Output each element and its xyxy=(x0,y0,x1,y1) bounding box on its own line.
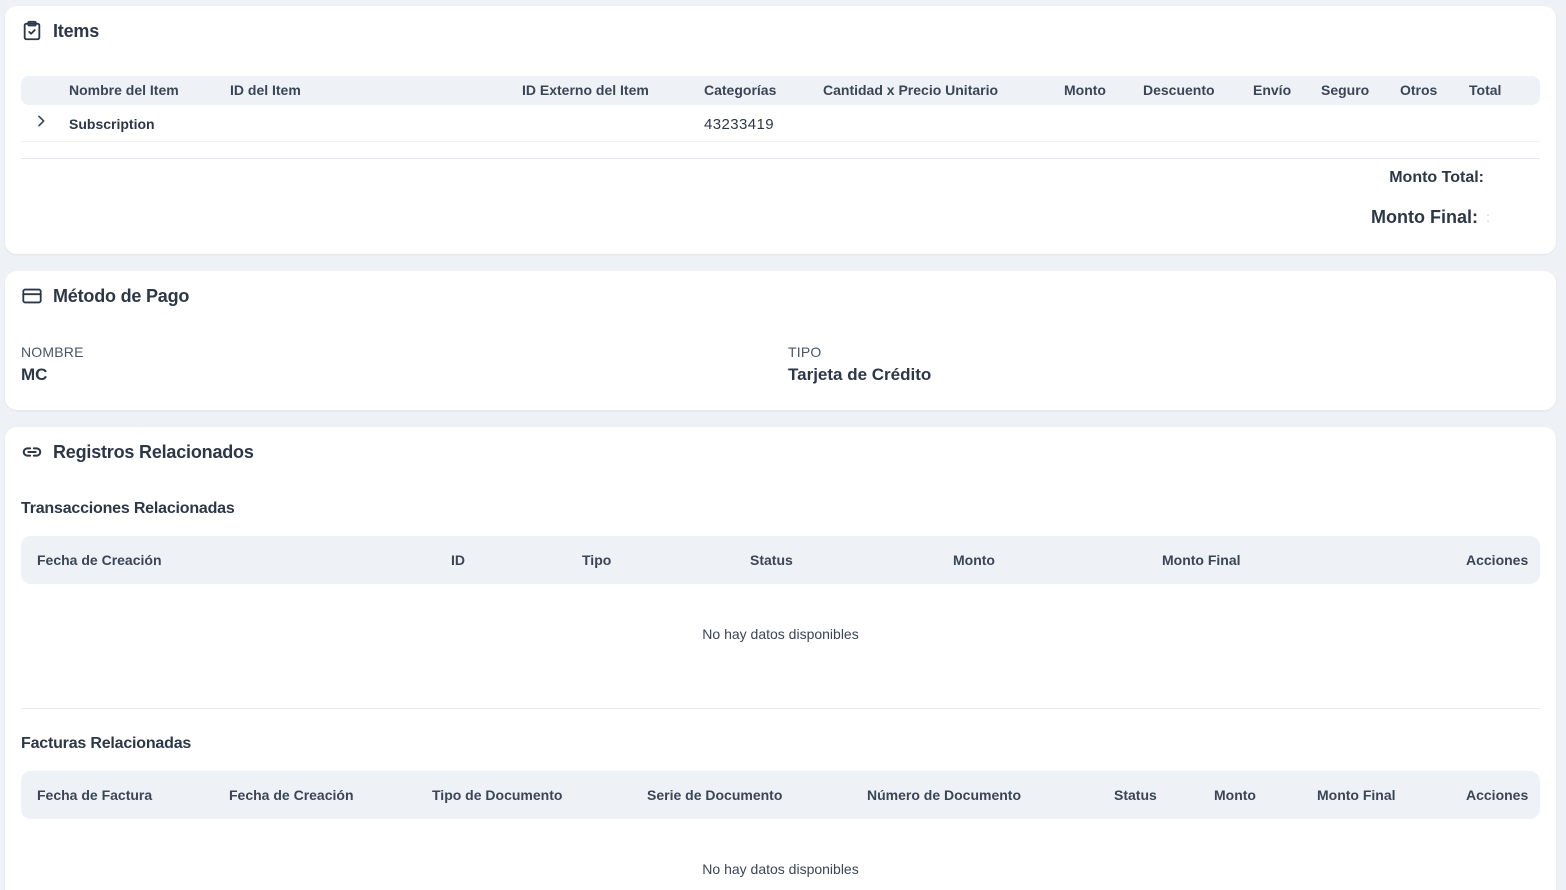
col-item-id: ID del Item xyxy=(230,82,301,98)
name-label: NOMBRE xyxy=(21,344,84,360)
col-status[interactable]: Status xyxy=(1114,771,1157,819)
clipboard-check-icon xyxy=(21,20,43,42)
credit-card-icon xyxy=(21,285,43,307)
col-document-series[interactable]: Serie de Documento xyxy=(647,771,782,819)
col-document-type[interactable]: Tipo de Documento xyxy=(432,771,562,819)
col-document-number[interactable]: Número de Documento xyxy=(867,771,1021,819)
transactions-table-header: Fecha de Creación ID Tipo Status Monto M… xyxy=(21,536,1540,584)
col-categories: Categorías xyxy=(704,82,777,98)
col-invoice-date[interactable]: Fecha de Factura xyxy=(37,771,152,819)
col-creation-date[interactable]: Fecha de Creación xyxy=(37,536,162,584)
col-actions: Acciones xyxy=(1466,787,1529,803)
invoices-empty-message: No hay datos disponibles xyxy=(702,861,859,877)
col-type[interactable]: Tipo xyxy=(582,536,611,584)
invoices-heading: Facturas Relacionadas xyxy=(21,735,192,752)
item-name: Subscription xyxy=(69,116,155,132)
col-actions: Acciones xyxy=(1466,552,1529,568)
col-discount: Descuento xyxy=(1143,82,1215,98)
col-shipping: Envío xyxy=(1253,82,1292,98)
invoices-table-header: Fecha de Factura Fecha de Creación Tipo … xyxy=(21,771,1540,819)
monto-final-label: Monto Final: xyxy=(1371,207,1478,227)
col-item-name: Nombre del Item xyxy=(69,82,179,98)
transactions-empty-message: No hay datos disponibles xyxy=(702,626,859,642)
link-icon xyxy=(21,441,43,463)
items-header: Items xyxy=(21,20,99,42)
related-header: Registros Relacionados xyxy=(21,441,254,463)
item-category: 43233419 xyxy=(704,116,774,133)
payment-method-card: Método de Pago NOMBRE MC TIPO Tarjeta de… xyxy=(5,271,1556,410)
monto-total-label: Monto Total: xyxy=(1389,169,1484,186)
items-table-header: Nombre del Item ID del Item ID Externo d… xyxy=(21,76,1540,105)
items-title: Items xyxy=(53,20,100,41)
col-id[interactable]: ID xyxy=(451,536,465,584)
divider xyxy=(21,708,1540,709)
col-amount: Monto xyxy=(1064,82,1106,98)
name-value: MC xyxy=(21,365,48,384)
transactions-heading: Transacciones Relacionadas xyxy=(21,500,235,517)
table-row[interactable]: Subscription 43233419 xyxy=(21,108,1540,142)
col-total: Total xyxy=(1469,82,1502,98)
divider xyxy=(21,158,1540,159)
type-value: Tarjeta de Crédito xyxy=(788,365,932,384)
col-final-amount[interactable]: Monto Final xyxy=(1162,536,1241,584)
col-final-amount[interactable]: Monto Final xyxy=(1317,771,1396,819)
related-title: Registros Relacionados xyxy=(53,441,254,462)
col-external-id: ID Externo del Item xyxy=(522,82,649,98)
related-records-card: Registros Relacionados Transacciones Rel… xyxy=(5,427,1556,890)
payment-title: Método de Pago xyxy=(53,285,190,306)
col-creation-date[interactable]: Fecha de Creación xyxy=(229,771,354,819)
col-qty-price: Cantidad x Precio Unitario xyxy=(823,82,999,98)
payment-header: Método de Pago xyxy=(21,285,189,307)
col-insurance: Seguro xyxy=(1321,82,1370,98)
col-amount[interactable]: Monto xyxy=(1214,771,1256,819)
items-card: Items Nombre del Item ID del Item ID Ext… xyxy=(5,6,1556,254)
col-others: Otros xyxy=(1400,82,1438,98)
col-status[interactable]: Status xyxy=(750,536,793,584)
monto-final-value: : xyxy=(1486,209,1490,225)
chevron-right-icon[interactable] xyxy=(33,110,49,139)
type-label: TIPO xyxy=(788,344,822,360)
col-amount[interactable]: Monto xyxy=(953,536,995,584)
